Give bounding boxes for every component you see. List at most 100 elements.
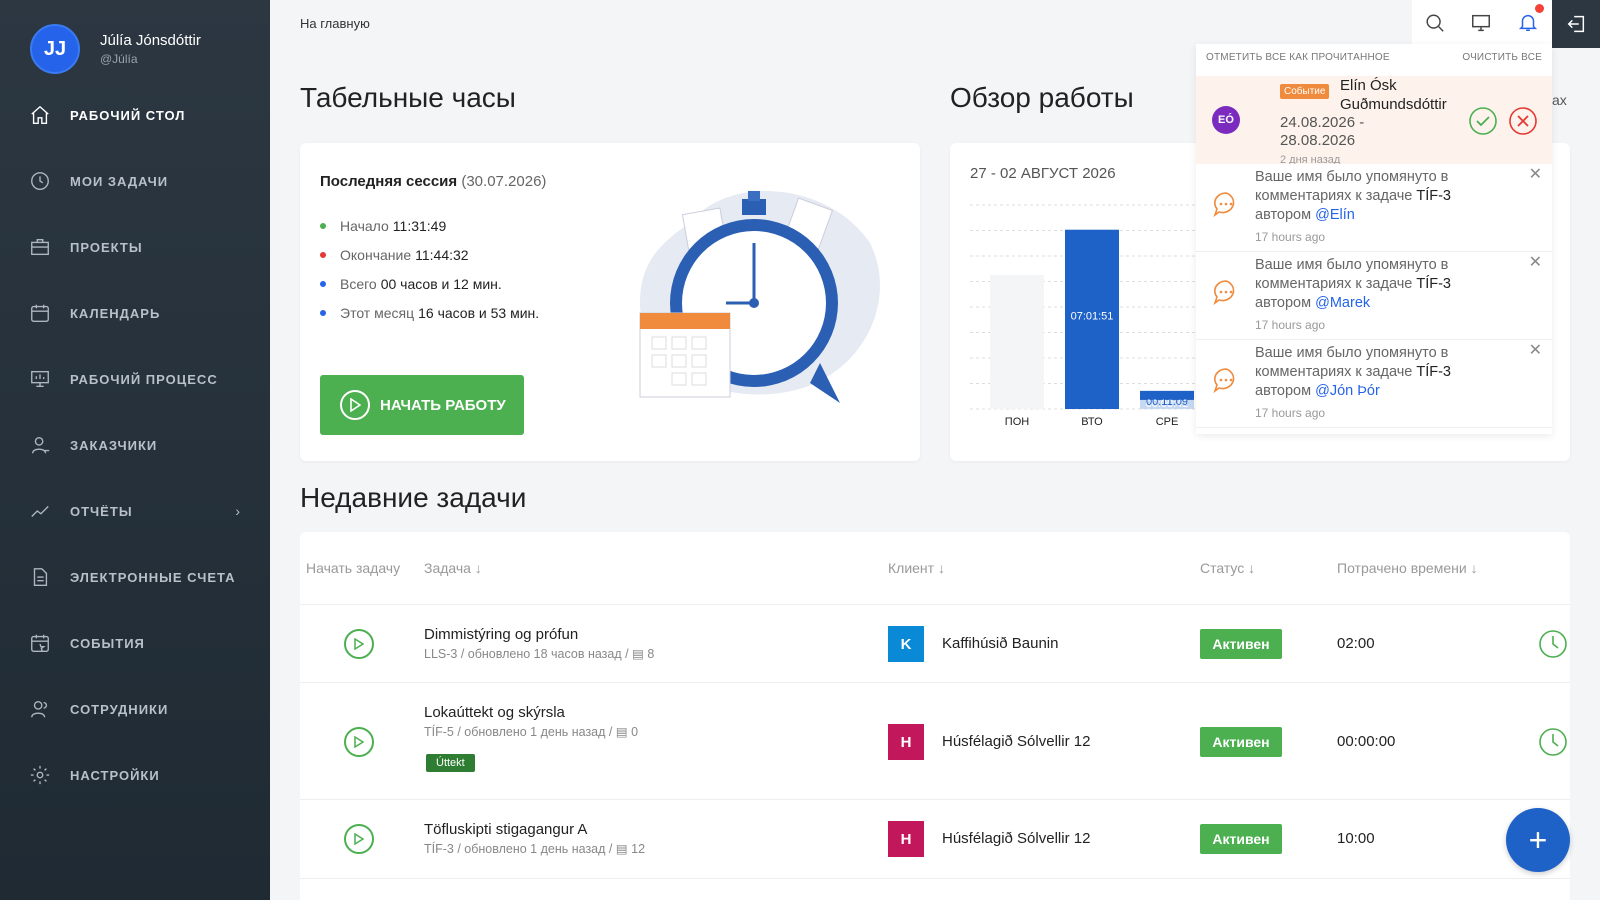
timer-clock-icon[interactable] — [1538, 727, 1568, 757]
session-stats: Начало 11:31:49 Окончание 11:44:32 Всего 00… — [320, 211, 539, 327]
time-spent: 00:00:00 — [1337, 733, 1396, 750]
sidebar-item-label: НАСТРОЙКИ — [70, 767, 160, 783]
sidebar-item-invoices[interactable]: ЭЛЕКТРОННЫЕ СЧЕТА — [0, 544, 270, 610]
event-badge: Событие — [1280, 84, 1330, 99]
close-icon[interactable]: ✕ — [1529, 252, 1542, 272]
timer-clock-icon[interactable] — [1538, 629, 1568, 659]
task-meta: LLS-3 / обновлено 18 часов назад / ▤ 8 — [424, 647, 655, 661]
sidebar-item-label: РАБОЧИЙ СТОЛ — [70, 107, 186, 123]
user-profile[interactable]: JJ Júlía Jónsdóttir @Júlía — [30, 24, 201, 74]
search-button[interactable] — [1412, 0, 1458, 46]
status-badge: Активен — [1200, 629, 1282, 659]
play-icon — [340, 390, 370, 420]
task-name[interactable]: Töfluskipti stigagangur A — [424, 821, 587, 838]
search-icon — [1426, 14, 1444, 32]
bell-icon — [1518, 14, 1538, 31]
event-notification[interactable]: EÓ Событие Elín Ósk Guðmundsdóttir 24.08… — [1196, 76, 1552, 168]
clock-icon — [28, 169, 52, 193]
close-icon[interactable]: ✕ — [1529, 164, 1542, 184]
comment-bubble-icon — [1213, 192, 1235, 218]
screen-button[interactable] — [1458, 0, 1504, 46]
workflow-icon — [28, 367, 52, 391]
start-task-play-icon[interactable] — [344, 824, 374, 854]
col-status[interactable]: Статус ↓ — [1200, 560, 1255, 576]
sidebar-item-projects[interactable]: ПРОЕКТЫ — [0, 214, 270, 280]
sidebar: JJ Júlía Jónsdóttir @Júlía РАБОЧИЙ СТОЛ … — [0, 0, 270, 900]
monitor-icon — [1472, 14, 1490, 32]
mention-ago: 17 hours ago — [1255, 230, 1326, 244]
overview-heading-tail: ах — [1552, 92, 1567, 108]
clear-all-link[interactable]: ОЧИСТИТЬ ВСЕ — [1462, 52, 1542, 63]
sidebar-item-customers[interactable]: ЗАКАЗЧИКИ — [0, 412, 270, 478]
mention-notification[interactable]: Ваше имя было упомянуто в комментариях к… — [1196, 164, 1552, 252]
time-spent: 02:00 — [1337, 635, 1375, 652]
comment-icon: ▤ — [615, 842, 632, 856]
sidebar-item-workflow[interactable]: РАБОЧИЙ ПРОЦЕСС — [0, 346, 270, 412]
avatar[interactable]: JJ — [30, 24, 80, 74]
sidebar-item-label: ЗАКАЗЧИКИ — [70, 437, 158, 453]
user-handle: @Júlía — [100, 52, 138, 66]
document-icon — [28, 565, 52, 589]
client-badge: H — [888, 821, 924, 857]
chevron-right-icon: › — [235, 503, 240, 519]
sidebar-item-reports[interactable]: ОТЧЁТЫ › — [0, 478, 270, 544]
accept-icon[interactable] — [1468, 106, 1498, 136]
start-task-play-icon[interactable] — [344, 629, 374, 659]
task-name[interactable]: Dimmistýring og prófun — [424, 626, 578, 643]
mention-ago: 17 hours ago — [1255, 406, 1326, 420]
overview-heading: Обзор работы — [950, 82, 1134, 113]
sidebar-item-employees[interactable]: СОТРУДНИКИ — [0, 676, 270, 742]
notifications-button[interactable] — [1504, 0, 1552, 44]
start-task-play-icon[interactable] — [344, 727, 374, 757]
sidebar-item-calendar[interactable]: КАЛЕНДАРЬ — [0, 280, 270, 346]
mention-ago: 17 hours ago — [1255, 318, 1326, 332]
table-row: Dimmistýring og prófun LLS-3 / обновлено… — [300, 605, 1570, 683]
sidebar-item-label: ЭЛЕКТРОННЫЕ СЧЕТА — [70, 569, 236, 585]
close-icon[interactable]: ✕ — [1529, 340, 1542, 360]
bar-value-label: 00:11:09 — [1146, 396, 1188, 408]
decline-icon[interactable] — [1508, 106, 1538, 136]
breadcrumb[interactable]: На главную — [300, 16, 370, 31]
stopwatch-illustration — [639, 190, 880, 403]
logout-icon — [1567, 15, 1585, 33]
session-end: Окончание 11:44:32 — [320, 240, 539, 269]
timesheet-heading: Табельные часы — [300, 82, 516, 113]
mention-text: Ваше имя было упомянуто в комментариях к… — [1255, 345, 1451, 399]
session-total: Всего 00 часов и 12 мин. — [320, 269, 539, 298]
user-icon — [28, 433, 52, 457]
sidebar-item-settings[interactable]: НАСТРОЙКИ — [0, 742, 270, 808]
comment-icon: ▤ — [615, 725, 632, 739]
client-badge: H — [888, 724, 924, 760]
client-name[interactable]: Húsfélagið Sólvellir 12 — [942, 830, 1090, 847]
col-client[interactable]: Клиент ↓ — [888, 560, 945, 576]
mention-text: Ваше имя было упомянуто в комментариях к… — [1255, 169, 1451, 223]
task-name[interactable]: Lokaúttekt og skýrsla — [424, 704, 565, 721]
event-avatar: EÓ — [1212, 106, 1240, 134]
event-dates: 24.08.2026 - 28.08.2026 — [1280, 114, 1365, 149]
session-date: (30.07.2026) — [461, 173, 547, 190]
session-title: Последняя сессия — [320, 173, 458, 190]
sidebar-item-my-tasks[interactable]: МОИ ЗАДАЧИ — [0, 148, 270, 214]
notifications-panel: ОТМЕТИТЬ ВСЕ КАК ПРОЧИТАННОЕ ОЧИСТИТЬ ВС… — [1196, 44, 1552, 434]
col-time-spent[interactable]: Потрачено времени ↓ — [1337, 560, 1478, 576]
client-name[interactable]: Kaffihúsið Baunin — [942, 635, 1058, 652]
sidebar-item-events[interactable]: СОБЫТИЯ — [0, 610, 270, 676]
add-button[interactable]: + — [1506, 808, 1570, 872]
mark-all-read-link[interactable]: ОТМЕТИТЬ ВСЕ КАК ПРОЧИТАННОЕ — [1206, 52, 1390, 63]
status-badge: Активен — [1200, 824, 1282, 854]
col-task[interactable]: Задача ↓ — [424, 560, 482, 576]
trend-icon — [28, 499, 52, 523]
start-work-button[interactable]: НАЧАТЬ РАБОТУ — [320, 375, 524, 435]
tick-label: ВТО — [1081, 416, 1103, 428]
tick-label: ПОН — [1005, 416, 1029, 428]
sidebar-item-dashboard[interactable]: РАБОЧИЙ СТОЛ — [0, 82, 270, 148]
client-name[interactable]: Húsfélagið Sólvellir 12 — [942, 733, 1090, 750]
calendar-icon — [28, 301, 52, 325]
col-start-task[interactable]: Начать задачу — [306, 560, 400, 576]
mention-notification[interactable]: Ваше имя было упомянуто в комментариях к… — [1196, 252, 1552, 340]
mention-notification[interactable]: Ваше имя было упомянуто в комментариях к… — [1196, 340, 1552, 428]
home-icon — [28, 103, 52, 127]
logout-button[interactable] — [1552, 0, 1600, 48]
task-meta: TÍF-5 / обновлено 1 день назад / ▤ 0 — [424, 725, 639, 739]
sidebar-nav: РАБОЧИЙ СТОЛ МОИ ЗАДАЧИ ПРОЕКТЫ КАЛЕНДАР… — [0, 82, 270, 808]
